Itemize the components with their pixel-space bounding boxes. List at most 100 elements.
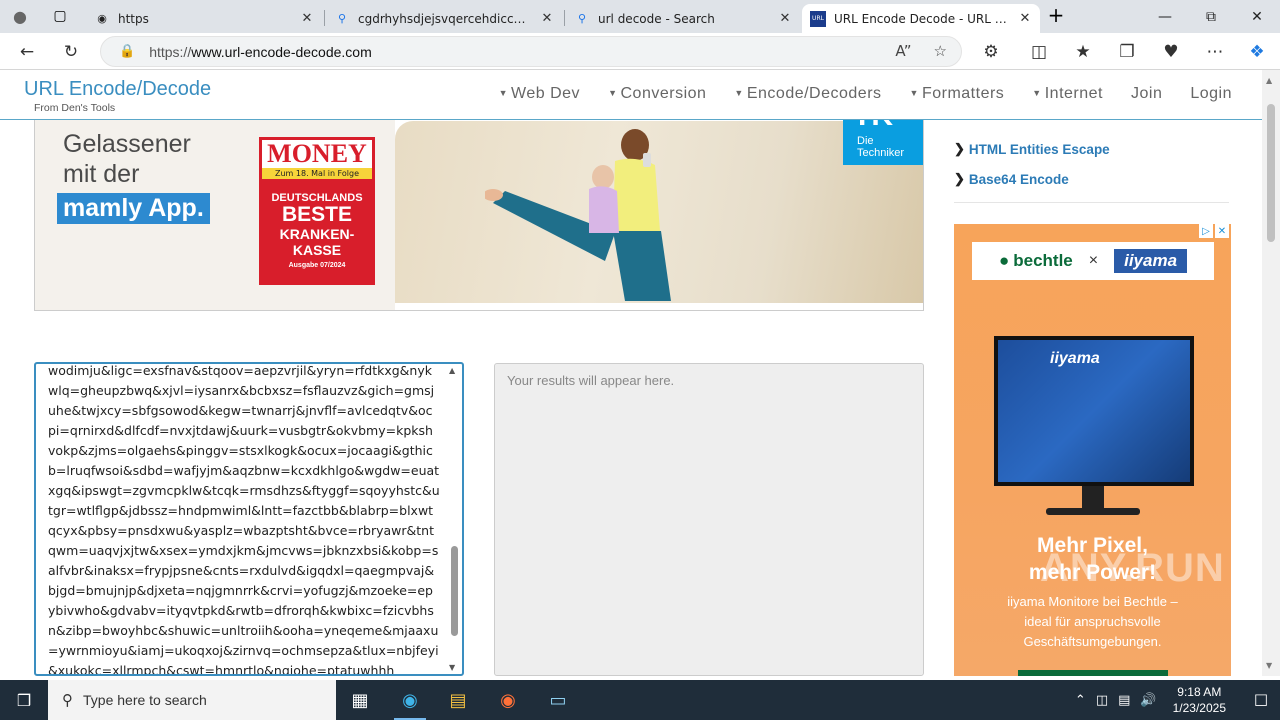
search-icon: ⚲ — [337, 12, 347, 25]
iiyama-logo: iiyama — [1114, 249, 1188, 273]
browser-essentials-icon[interactable]: ♥ — [1156, 37, 1186, 67]
ad-info-icon[interactable]: ▷ — [1199, 224, 1213, 238]
tab-4-active[interactable]: URL URL Encode Decode - URL Percen ✕ — [802, 4, 1040, 33]
sidebar-link-html-entities-escape[interactable]: ❯ HTML Entities Escape — [954, 134, 1110, 164]
nav-conversion[interactable]: ▼ Conversion — [594, 85, 720, 103]
ad-subtext-line: Geschäftsumgebungen. — [1023, 634, 1162, 649]
nav-web-dev[interactable]: ▼ Web Dev — [485, 85, 594, 103]
github-icon: ◉ — [97, 12, 107, 25]
monitor-image: iiyama — [994, 336, 1194, 486]
ad-banner[interactable]: Gelassener mit der mamly App. MONEY Zum … — [34, 98, 924, 311]
site-header: URL Encode/Decode From Den's Tools ▼ Web … — [0, 70, 1262, 120]
volume-icon[interactable]: 🔊 — [1140, 693, 1156, 708]
address-bar[interactable]: 🔒 https://www.url-encode-decode.com A” ☆ — [100, 36, 962, 67]
ad-close-icon[interactable]: ✕ — [1215, 224, 1229, 238]
nav-login[interactable]: Login — [1176, 85, 1246, 103]
chevron-right-icon: ❯ — [954, 141, 965, 156]
clock-time: 9:18 AM — [1177, 685, 1222, 699]
site-brand[interactable]: URL Encode/Decode — [24, 78, 211, 101]
url-host: www.url-encode-decode.com — [191, 43, 372, 60]
output-textarea[interactable]: Your results will appear here. — [494, 363, 924, 676]
windows-start-icon[interactable]: ❒ — [0, 680, 48, 720]
system-tray: ⌃ ◫ ▤ 🔊 9:18 AM 1/23/2025 — [1075, 680, 1226, 720]
window-close-icon[interactable]: ✕ — [1234, 0, 1280, 33]
close-icon[interactable]: ✕ — [1018, 11, 1032, 26]
minimize-icon[interactable]: — — [1142, 0, 1188, 33]
read-aloud-icon[interactable]: A” — [895, 42, 911, 60]
monitor-brand: iiyama — [1050, 350, 1100, 367]
tab-1[interactable]: ◉ https ✕ — [86, 4, 322, 33]
favorites-icon[interactable]: ★ — [1068, 37, 1098, 67]
nav-label: Web Dev — [511, 85, 581, 102]
tab-title: url decode - Search — [598, 11, 715, 26]
clock[interactable]: 9:18 AM 1/23/2025 — [1173, 684, 1226, 716]
sidebar-link-label: HTML Entities Escape — [968, 141, 1110, 157]
file-explorer-icon[interactable]: ▤ — [434, 680, 482, 720]
tab-actions-icon[interactable]: ▢ — [52, 8, 68, 24]
tab-3[interactable]: ⚲ url decode - Search ✕ — [566, 4, 800, 33]
task-view-icon[interactable]: ▦ — [336, 680, 384, 720]
ad-subtext-line: iiyama Monitore bei Bechtle – — [1007, 594, 1178, 609]
restore-icon[interactable]: ⧉ — [1188, 0, 1234, 33]
badge-body: DEUTSCHLANDS BESTE KRANKEN- KASSE Ausgab… — [262, 179, 372, 282]
chevron-right-icon: ❯ — [954, 171, 965, 186]
sidebar-link-base64-encode[interactable]: ❯ Base64 Encode — [954, 164, 1110, 194]
scroll-down-icon[interactable]: ▼ — [449, 663, 455, 672]
monitor-stand — [1082, 486, 1104, 510]
copilot-icon[interactable]: ❖ — [1242, 37, 1272, 67]
input-text[interactable]: wodimju&ligc=exsfnav&stqoov=aepzvrjil&yr… — [48, 364, 440, 674]
page-scrollbar[interactable]: ▲ ▼ — [1262, 70, 1280, 676]
lock-icon: 🔒 — [119, 44, 136, 59]
scroll-thumb[interactable] — [451, 546, 458, 636]
sidebar-ad[interactable]: ▷ ✕ bechtle × iiyama iiyama Mehr Pixel, … — [954, 224, 1231, 676]
scroll-thumb[interactable] — [1267, 104, 1275, 242]
split-screen-icon[interactable]: ◫ — [1024, 37, 1054, 67]
caret-down-icon: ▼ — [498, 88, 509, 98]
textarea-scrollbar[interactable]: ▲ ▼ — [447, 366, 461, 672]
network-adapter-icon[interactable]: ◫ — [1096, 693, 1108, 708]
scroll-up-icon[interactable]: ▲ — [449, 366, 455, 375]
notepad-icon[interactable]: ▭ — [534, 680, 582, 720]
back-icon[interactable]: ← — [12, 37, 42, 67]
show-hidden-icons-icon[interactable]: ⌃ — [1075, 693, 1086, 708]
tab-2[interactable]: ⚲ cgdrhyhsdjejsvqercehdicc&aimm ✕ — [326, 4, 562, 33]
ad-choices: ▷ ✕ — [1199, 224, 1229, 238]
scroll-up-icon[interactable]: ▲ — [1266, 76, 1272, 85]
browser-toolbar: ← ↻ 🔒 https://www.url-encode-decode.com … — [0, 33, 1280, 70]
profile-icon[interactable]: ● — [12, 7, 28, 26]
nav-formatters[interactable]: ▼ Formatters — [896, 85, 1019, 103]
badge-issue: Ausgabe 07/2024 — [288, 262, 346, 269]
ad-subtext-line: ideal für anspruchsvolle — [1024, 614, 1161, 629]
new-tab-icon[interactable]: + — [1048, 3, 1065, 27]
nav-internet[interactable]: ▼ Internet — [1018, 85, 1117, 103]
taskbar: ❒ ⚲ Type here to search ▦ ◉ ▤ ◉ ▭ ⌃ ◫ ▤ … — [0, 680, 1280, 720]
edge-taskbar-icon[interactable]: ◉ — [386, 680, 434, 720]
extensions-icon[interactable]: ⚙ — [976, 37, 1006, 67]
input-textarea[interactable]: wodimju&ligc=exsfnav&stqoov=aepzvrjil&yr… — [34, 362, 464, 676]
ad-headline-line: mit der — [63, 160, 140, 188]
main-nav: ▼ Web Dev ▼ Conversion ▼ Encode/Decoders ▼ F… — [485, 85, 1246, 103]
notifications-icon[interactable]: □ — [1254, 690, 1268, 708]
badge-line: BESTE — [281, 203, 352, 226]
more-menu-icon[interactable]: ⋯ — [1200, 37, 1230, 67]
refresh-icon[interactable]: ↻ — [56, 37, 86, 67]
ad-highlight: mamly App. — [57, 193, 210, 224]
tab-separator — [564, 10, 565, 26]
ad-headline-line: Gelassener — [63, 130, 191, 158]
taskbar-search[interactable]: ⚲ Type here to search — [48, 680, 336, 720]
favorite-star-icon[interactable]: ☆ — [934, 42, 947, 60]
nav-encode-decoders[interactable]: ▼ Encode/Decoders — [720, 85, 895, 103]
tab-separator — [324, 10, 325, 26]
ad-logos: bechtle × iiyama — [972, 242, 1214, 280]
close-icon[interactable]: ✕ — [300, 11, 314, 26]
network-icon[interactable]: ▤ — [1118, 693, 1130, 708]
caret-down-icon: ▼ — [608, 88, 618, 98]
close-icon[interactable]: ✕ — [778, 11, 792, 26]
collections-icon[interactable]: ❐ — [1112, 37, 1142, 67]
close-icon[interactable]: ✕ — [540, 11, 554, 26]
bechtle-logo: bechtle — [999, 251, 1073, 271]
nav-join[interactable]: Join — [1117, 85, 1176, 103]
address-actions: A” ☆ — [895, 42, 947, 60]
firefox-icon[interactable]: ◉ — [484, 680, 532, 720]
scroll-down-icon[interactable]: ▼ — [1266, 661, 1272, 670]
